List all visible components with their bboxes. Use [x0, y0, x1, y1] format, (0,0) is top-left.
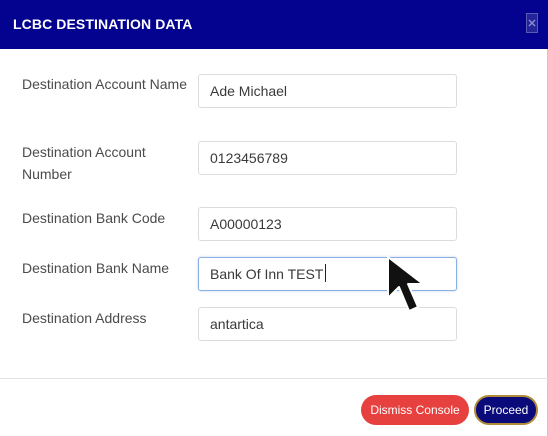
- dismiss-console-button[interactable]: Dismiss Console: [361, 395, 469, 425]
- account-name-input[interactable]: [198, 74, 457, 108]
- footer-divider: [0, 378, 548, 379]
- text-caret: [325, 264, 326, 282]
- modal-header: LCBC DESTINATION DATA: [0, 0, 548, 49]
- bank-code-input[interactable]: [198, 207, 457, 241]
- address-label: Destination Address: [22, 310, 147, 326]
- account-number-input[interactable]: [198, 141, 457, 175]
- modal-title: LCBC DESTINATION DATA: [13, 16, 193, 32]
- bank-name-label: Destination Bank Name: [22, 260, 170, 276]
- destination-data-modal: LCBC DESTINATION DATA Destination Accoun…: [0, 0, 548, 436]
- bank-code-label: Destination Bank Code: [22, 210, 166, 226]
- account-name-label: Destination Account Name: [22, 76, 187, 92]
- account-number-label: Destination Account Number: [22, 144, 146, 182]
- proceed-button[interactable]: Proceed: [474, 395, 538, 425]
- close-icon: [528, 19, 536, 27]
- close-button[interactable]: [526, 13, 538, 33]
- address-input[interactable]: [198, 307, 457, 341]
- bank-name-input[interactable]: [198, 257, 457, 291]
